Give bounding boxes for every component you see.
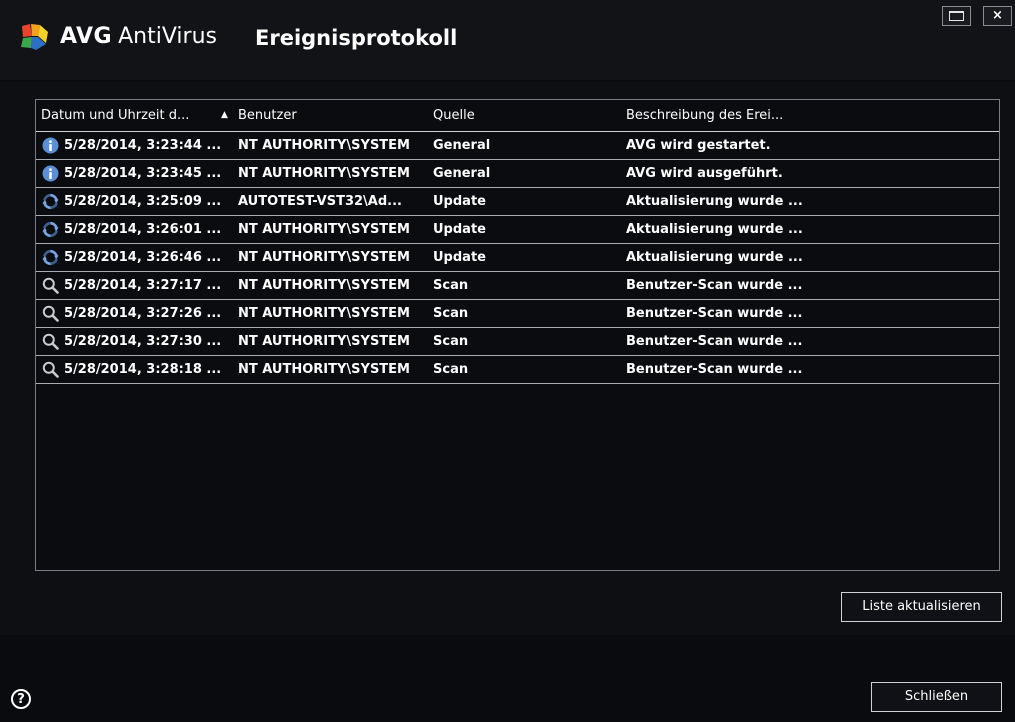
- column-header-source[interactable]: Quelle: [433, 100, 475, 131]
- column-header-user[interactable]: Benutzer: [238, 100, 297, 131]
- cell-user: NT AUTHORITY\SYSTEM: [238, 306, 410, 321]
- sort-ascending-icon: ▲: [221, 110, 228, 120]
- scan-icon: [42, 361, 59, 378]
- cell-description: Benutzer-Scan wurde ...: [626, 334, 803, 349]
- cell-date: 5/28/2014, 3:27:26 ...: [64, 306, 222, 321]
- cell-user: NT AUTHORITY\SYSTEM: [238, 222, 410, 237]
- cell-description: Benutzer-Scan wurde ...: [626, 362, 803, 377]
- cell-date: 5/28/2014, 3:26:01 ...: [64, 222, 222, 237]
- cell-source: Scan: [433, 334, 469, 349]
- update-icon: [42, 221, 59, 238]
- cell-source: General: [433, 166, 491, 181]
- cell-date: 5/28/2014, 3:27:17 ...: [64, 278, 222, 293]
- close-icon: ×: [992, 8, 1003, 23]
- cell-source: General: [433, 138, 491, 153]
- cell-date: 5/28/2014, 3:26:46 ...: [64, 250, 222, 265]
- info-icon: [42, 137, 59, 154]
- scan-icon: [42, 277, 59, 294]
- cell-source: Scan: [433, 362, 469, 377]
- cell-date: 5/28/2014, 3:23:45 ...: [64, 166, 222, 181]
- window-title: Ereignisprotokoll: [255, 26, 458, 50]
- brand-avg: AVG: [60, 24, 113, 49]
- cell-user: NT AUTHORITY\SYSTEM: [238, 334, 410, 349]
- info-icon: [42, 165, 59, 182]
- cell-description: Benutzer-Scan wurde ...: [626, 278, 803, 293]
- cell-description: AVG wird ausgeführt.: [626, 166, 783, 181]
- maximize-button[interactable]: [942, 6, 971, 26]
- refresh-list-button[interactable]: Liste aktualisieren: [841, 592, 1002, 622]
- cell-user: NT AUTHORITY\SYSTEM: [238, 362, 410, 377]
- column-header-description[interactable]: Beschreibung des Erei...: [626, 100, 783, 131]
- help-icon[interactable]: ?: [11, 689, 31, 709]
- cell-source: Update: [433, 194, 486, 209]
- cell-date: 5/28/2014, 3:27:30 ...: [64, 334, 222, 349]
- cell-user: AUTOTEST-VST32\Ad...: [238, 194, 402, 209]
- title-bar: AVG AntiVirus Ereignisprotokoll ×: [0, 0, 1015, 80]
- cell-description: Aktualisierung wurde ...: [626, 222, 803, 237]
- table-row[interactable]: 5/28/2014, 3:23:45 ... NT AUTHORITY\SYSTE…: [36, 160, 999, 188]
- close-window-button[interactable]: ×: [983, 6, 1012, 26]
- close-button[interactable]: Schließen: [871, 682, 1002, 712]
- cell-source: Update: [433, 222, 486, 237]
- table-row[interactable]: 5/28/2014, 3:27:17 ... NT AUTHORITY\SYSTE…: [36, 272, 999, 300]
- event-log-window: AVG AntiVirus Ereignisprotokoll × Datum u…: [0, 0, 1015, 722]
- update-icon: [42, 249, 59, 266]
- table-row[interactable]: 5/28/2014, 3:26:46 ... NT AUTHORITY\SYSTE…: [36, 244, 999, 272]
- cell-source: Scan: [433, 306, 469, 321]
- table-row[interactable]: 5/28/2014, 3:27:30 ... NT AUTHORITY\SYSTE…: [36, 328, 999, 356]
- cell-user: NT AUTHORITY\SYSTEM: [238, 278, 410, 293]
- cell-description: Aktualisierung wurde ...: [626, 194, 803, 209]
- cell-source: Update: [433, 250, 486, 265]
- cell-user: NT AUTHORITY\SYSTEM: [238, 250, 410, 265]
- cell-description: Benutzer-Scan wurde ...: [626, 306, 803, 321]
- cell-user: NT AUTHORITY\SYSTEM: [238, 138, 410, 153]
- maximize-icon: [949, 11, 964, 21]
- column-header-date[interactable]: Datum und Uhrzeit d...: [41, 100, 189, 131]
- scan-icon: [42, 333, 59, 350]
- table-row[interactable]: 5/28/2014, 3:26:01 ... NT AUTHORITY\SYSTE…: [36, 216, 999, 244]
- cell-user: NT AUTHORITY\SYSTEM: [238, 166, 410, 181]
- list-rows: 5/28/2014, 3:23:44 ... NT AUTHORITY\SYSTE…: [36, 132, 999, 384]
- brand-name: AVG AntiVirus: [60, 23, 217, 51]
- avg-logo-icon: [21, 24, 48, 50]
- event-list[interactable]: Datum und Uhrzeit d... ▲ Benutzer Quelle…: [35, 99, 1000, 571]
- brand-product: AntiVirus: [118, 24, 217, 49]
- list-header: Datum und Uhrzeit d... ▲ Benutzer Quelle…: [36, 100, 999, 132]
- table-row[interactable]: 5/28/2014, 3:23:44 ... NT AUTHORITY\SYSTE…: [36, 132, 999, 160]
- table-row[interactable]: 5/28/2014, 3:27:26 ... NT AUTHORITY\SYSTE…: [36, 300, 999, 328]
- cell-description: AVG wird gestartet.: [626, 138, 771, 153]
- cell-date: 5/28/2014, 3:23:44 ...: [64, 138, 222, 153]
- table-row[interactable]: 5/28/2014, 3:25:09 ... AUTOTEST-VST32\Ad.…: [36, 188, 999, 216]
- update-icon: [42, 193, 59, 210]
- cell-date: 5/28/2014, 3:25:09 ...: [64, 194, 222, 209]
- table-row[interactable]: 5/28/2014, 3:28:18 ... NT AUTHORITY\SYSTE…: [36, 356, 999, 384]
- scan-icon: [42, 305, 59, 322]
- cell-date: 5/28/2014, 3:28:18 ...: [64, 362, 222, 377]
- cell-source: Scan: [433, 278, 469, 293]
- cell-description: Aktualisierung wurde ...: [626, 250, 803, 265]
